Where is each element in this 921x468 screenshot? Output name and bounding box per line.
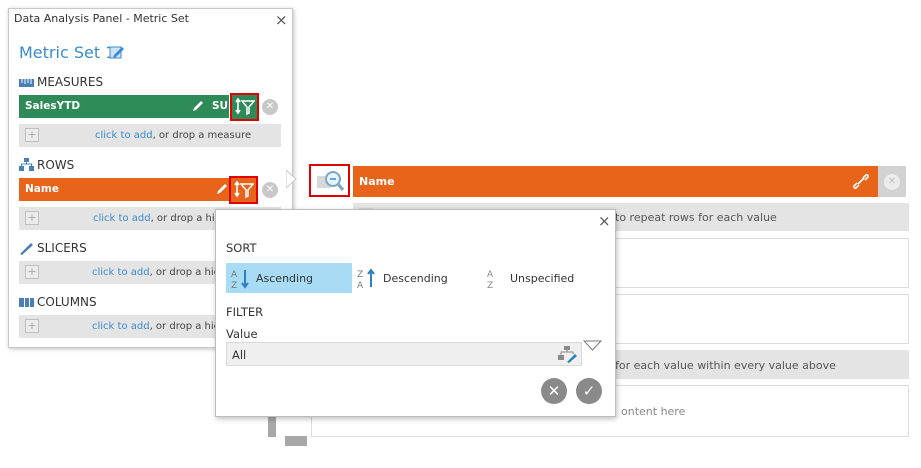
svg-text:A: A <box>357 281 364 289</box>
sort-ascending-option[interactable]: A Z Ascending <box>226 263 352 293</box>
sort-ascending-label: Ascending <box>256 272 314 285</box>
svg-text:A: A <box>231 270 238 280</box>
add-icon[interactable]: + <box>25 128 39 142</box>
analysis-search-button[interactable] <box>309 164 350 197</box>
repeat-rows-text: to repeat rows for each value <box>615 211 777 224</box>
metric-set-name[interactable]: Metric Set 1 <box>19 43 115 62</box>
filter-value-text: All <box>232 348 247 362</box>
sort-descending-icon: Z A <box>357 268 375 289</box>
ruler-icon <box>19 79 34 87</box>
hierarchy-picker-icon[interactable] <box>557 346 577 363</box>
svg-text:Z: Z <box>231 281 237 289</box>
click-to-add-link[interactable]: click to add <box>92 321 150 332</box>
sort-ascending-icon: A Z <box>231 270 249 289</box>
remove-row-field-box: ✕ <box>878 166 906 197</box>
content-here-text: ontent here <box>621 405 686 418</box>
sort-heading: SORT <box>226 241 257 255</box>
analysis-search-icon <box>317 171 345 191</box>
row-item-label: Name <box>25 183 59 195</box>
add-icon[interactable]: + <box>25 265 39 279</box>
value-label: Value <box>226 327 258 341</box>
rows-section-label: ROWS <box>37 158 75 172</box>
remove-measure-icon[interactable]: ✕ <box>262 99 278 115</box>
panel-pointer-arrow <box>286 170 297 188</box>
filter-heading: FILTER <box>226 305 264 319</box>
measure-item-salesytd[interactable]: SalesYTD SUM <box>19 95 239 118</box>
panel-close-button[interactable]: × <box>275 11 288 29</box>
sort-filter-popup: × SORT A Z Ascending Z A Descending A Z … <box>215 209 616 417</box>
measure-sort-filter-button[interactable] <box>230 93 259 121</box>
pencil-edit-icon[interactable] <box>109 44 125 60</box>
pencil-icon[interactable] <box>215 182 229 196</box>
sort-descending-option[interactable]: Z A Descending <box>352 263 478 293</box>
add-icon[interactable]: + <box>25 211 39 225</box>
sort-filter-icon <box>235 98 255 116</box>
confirm-button[interactable]: ✓ <box>576 378 602 404</box>
pencil-icon[interactable] <box>191 99 205 113</box>
sort-unspecified-icon: A Z <box>487 270 494 289</box>
row-sort-filter-button[interactable] <box>229 176 258 204</box>
filter-value-field[interactable]: All <box>226 342 582 366</box>
add-icon[interactable]: + <box>25 319 39 333</box>
sort-unspecified-label: Unspecified <box>510 272 575 285</box>
columns-section-label: COLUMNS <box>37 295 97 309</box>
sort-unspecified-option[interactable]: A Z Unspecified <box>478 263 604 293</box>
click-to-add-link[interactable]: click to add <box>95 130 153 141</box>
menu-icon[interactable] <box>285 436 307 446</box>
hierarchy-icon <box>19 158 34 171</box>
cancel-button[interactable]: ✕ <box>541 378 567 404</box>
measure-name: SalesYTD <box>25 100 81 112</box>
click-to-add-link[interactable]: click to add <box>92 267 150 278</box>
row-field-label: Name <box>359 175 395 188</box>
sort-filter-icon <box>234 181 254 199</box>
measures-section-label: MEASURES <box>37 75 104 89</box>
svg-text:A: A <box>487 270 494 280</box>
link-icon[interactable] <box>853 173 869 190</box>
remove-row-field-icon[interactable]: ✕ <box>884 174 900 190</box>
each-value-text: for each value within every value above <box>615 359 836 372</box>
popup-close-button[interactable]: × <box>598 212 611 230</box>
slicers-section-label: SLICERS <box>37 241 87 255</box>
svg-text:Z: Z <box>487 281 493 289</box>
sort-descending-label: Descending <box>383 272 448 285</box>
click-to-add-link[interactable]: click to add <box>93 213 151 224</box>
measures-drop-zone[interactable]: + click to add, or drop a measure <box>19 124 281 147</box>
panel-title: Data Analysis Panel - Metric Set <box>14 12 189 25</box>
row-field-pill[interactable]: Name <box>353 166 878 197</box>
remove-row-icon[interactable]: ✕ <box>262 182 278 198</box>
dropdown-triangle-icon[interactable] <box>583 340 602 351</box>
row-item-name[interactable]: Name <box>19 178 229 201</box>
columns-icon <box>19 298 34 307</box>
slicer-icon <box>20 243 33 255</box>
drag-handle[interactable] <box>268 417 276 437</box>
drop-hint: , or drop a measure <box>152 130 252 141</box>
svg-text:Z: Z <box>357 270 363 280</box>
